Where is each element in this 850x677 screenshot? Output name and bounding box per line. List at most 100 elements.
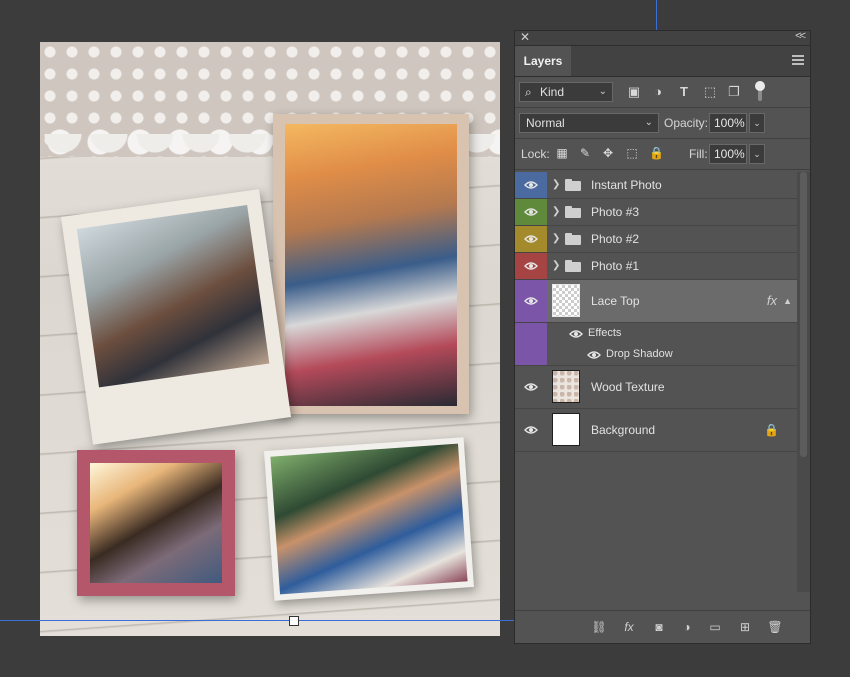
layer-thumbnail [552,413,580,446]
layer-name: Photo #2 [591,232,640,246]
link-icon[interactable]: ⛓ [591,619,607,635]
layer-name: Photo #3 [591,205,640,219]
visibility-eye-icon[interactable] [587,344,601,365]
document-canvas[interactable] [40,42,500,636]
lock-icon: 🔒 [764,423,779,437]
layer-color-tag [515,344,547,365]
mask-icon[interactable]: ◙ [651,619,667,635]
visibility-eye-icon[interactable] [523,253,539,279]
layer-group-lace-top: Lace Top fx ▲ Effects Drop Shadow [515,280,797,366]
opacity-label: Opacity: [664,116,709,130]
collapse-effects-icon[interactable]: ▲ [783,280,792,322]
collapse-panel-icon[interactable]: << [795,30,806,42]
fill-label: Fill: [689,147,708,161]
new-layer-icon[interactable]: ⊞ [737,619,753,635]
layer-row-photo-2[interactable]: ❯ Photo #2 [515,226,797,253]
fx-icon[interactable]: fx [767,280,777,322]
expand-arrow-icon[interactable]: ❯ [552,226,560,252]
layer-color-tag [515,323,547,344]
fill-dropdown[interactable]: ⌄ [749,144,765,164]
panel-title-bar: ✕ << [515,30,810,46]
visibility-eye-icon[interactable] [523,280,539,322]
close-icon[interactable]: ✕ [520,30,530,44]
couple-photo-4 [270,443,468,595]
filter-row: ⌕ Kind ⌄ ▣ ◑ T ⬚ ❐ [515,77,810,108]
search-icon: ⌕ [525,85,532,99]
lock-position-icon[interactable]: ✥ [601,146,615,160]
new-group-icon[interactable]: ▭ [707,619,723,635]
couple-photo-3 [90,463,222,583]
instant-photo-frame [60,189,292,445]
visibility-eye-icon[interactable] [523,199,539,225]
toggle-knob [755,81,765,91]
visibility-eye-icon[interactable] [523,172,539,198]
panel-menu-icon[interactable] [792,55,804,65]
adjustment-filter-icon[interactable]: ◑ [649,83,667,101]
lock-row: Lock: ▦ ✎ ✥ ⬚ 🔒 Fill: 100% ⌄ [515,139,810,170]
type-filter-icon[interactable]: T [675,83,693,101]
folder-icon [565,260,581,272]
effect-row-drop-shadow: Drop Shadow [515,344,797,366]
layer-name: Background [591,423,656,437]
chevron-down-icon: ⌄ [644,117,653,128]
opacity-input[interactable]: 100% [709,113,747,133]
lock-transparent-pixels-icon[interactable]: ▦ [555,146,569,160]
adjustment-icon[interactable]: ◑ [679,619,695,635]
layer-row-photo-1[interactable]: ❯ Photo #1 [515,253,797,280]
filter-kind-dropdown[interactable]: ⌕ Kind ⌄ [519,82,613,102]
horizontal-guide[interactable] [0,620,514,621]
filter-toggle[interactable] [755,81,765,103]
layer-name: Wood Texture [591,380,665,394]
lock-artboard-icon[interactable]: ⬚ [625,146,639,160]
blend-mode-dropdown[interactable]: Normal ⌄ [519,113,659,133]
layer-row-photo-3[interactable]: ❯ Photo #3 [515,199,797,226]
photo-frame-red [77,450,235,596]
layer-list: ❯ Instant Photo ❯ Photo #3 ❯ Photo #2 ❯ … [515,172,797,452]
layer-name: Lace Top [591,294,640,308]
visibility-eye-icon[interactable] [523,409,539,451]
lock-label: Lock: [521,147,550,161]
shape-filter-icon[interactable]: ⬚ [701,83,719,101]
vertical-guide[interactable] [656,0,657,30]
blend-mode-value: Normal [526,116,565,130]
layer-row-instant-photo[interactable]: ❯ Instant Photo [515,172,797,199]
tab-layers[interactable]: Layers [515,46,571,76]
folder-icon [565,179,581,191]
fill-input[interactable]: 100% [709,144,747,164]
effects-row: Effects [515,323,797,344]
trash-icon[interactable]: 🗑 [767,619,783,635]
blend-row: Normal ⌄ Opacity: 100% ⌄ [515,108,810,139]
couple-photo-2 [76,205,270,388]
expand-arrow-icon[interactable]: ❯ [552,172,560,198]
layers-panel: ✕ << Layers ⌕ Kind ⌄ ▣ ◑ T ⬚ ❐ Normal ⌄ … [514,30,811,644]
effect-name: Drop Shadow [606,348,673,360]
layer-thumbnail [552,370,580,403]
lock-all-icon[interactable]: 🔒 [649,146,664,160]
transform-handle[interactable] [289,616,299,626]
effects-label: Effects [588,327,622,339]
layer-row-wood-texture[interactable]: Wood Texture [515,366,797,409]
expand-arrow-icon[interactable]: ❯ [552,253,560,279]
layer-name: Photo #1 [591,259,640,273]
layer-list-scrollbar[interactable] [797,172,810,592]
filter-kind-label: Kind [540,85,565,99]
visibility-eye-icon[interactable] [569,323,583,344]
chevron-down-icon: ⌄ [598,86,607,97]
smart-object-filter-icon[interactable]: ❐ [725,83,743,101]
scrollbar-thumb[interactable] [800,172,807,457]
lock-image-pixels-icon[interactable]: ✎ [578,146,592,160]
pixel-filter-icon[interactable]: ▣ [625,83,643,101]
layer-row-lace-top[interactable]: Lace Top fx ▲ [515,280,797,323]
visibility-eye-icon[interactable] [523,226,539,252]
folder-icon [565,206,581,218]
expand-arrow-icon[interactable]: ❯ [552,199,560,225]
photo-frame-tall [273,114,469,414]
visibility-eye-icon[interactable] [523,366,539,408]
layer-name: Instant Photo [591,178,662,192]
fx-icon[interactable]: fx [621,619,637,635]
panel-bottom-toolbar: ⛓ fx ◙ ◑ ▭ ⊞ 🗑 [515,610,810,643]
couple-photo-1 [285,124,457,406]
opacity-dropdown[interactable]: ⌄ [749,113,765,133]
photo-frame-bottom-right [264,437,474,601]
layer-row-background[interactable]: Background 🔒 [515,409,797,452]
